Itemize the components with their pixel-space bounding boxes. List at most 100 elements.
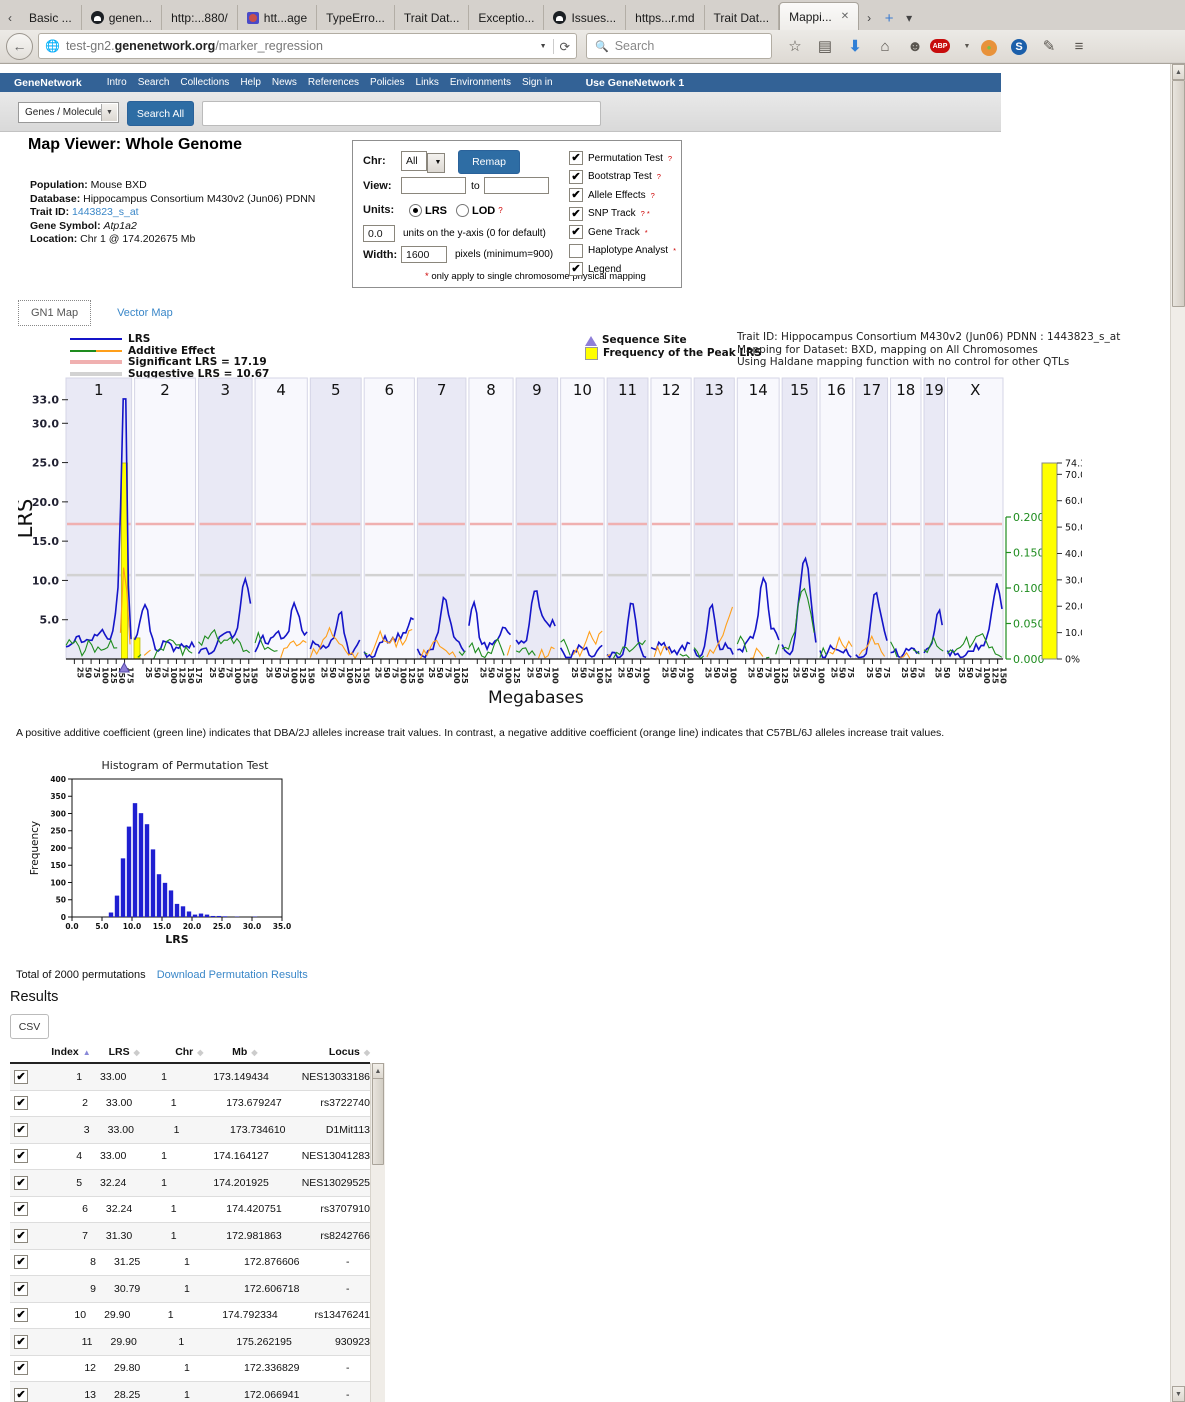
- col-lrs[interactable]: LRS◆: [91, 1046, 158, 1058]
- tab-list-icon[interactable]: ▾: [899, 6, 919, 30]
- row-checkbox[interactable]: ✔: [14, 1361, 28, 1375]
- checkbox[interactable]: ✔: [569, 188, 583, 202]
- tab-scroll-left-icon[interactable]: ‹: [0, 6, 20, 30]
- row-checkbox[interactable]: ✔: [14, 1255, 28, 1269]
- url-bar[interactable]: 🌐 test-gn2.genenetwork.org/marker_regres…: [38, 33, 577, 59]
- tab-overflow-icon[interactable]: ›: [859, 6, 879, 30]
- adblock-caret-icon[interactable]: ▼: [960, 43, 974, 50]
- home-icon[interactable]: ⌂: [870, 38, 900, 55]
- close-icon[interactable]: ✕: [841, 11, 849, 22]
- star-icon[interactable]: ☆: [780, 37, 810, 55]
- chevron-down-icon[interactable]: ▼: [427, 153, 445, 173]
- tab-gn1-map[interactable]: GN1 Map: [18, 300, 91, 326]
- info-value[interactable]: 1443823_s_at: [72, 206, 139, 218]
- option-allele-effects[interactable]: ✔Allele Effects?: [569, 186, 676, 205]
- addon-orange-icon[interactable]: ●: [974, 37, 1004, 56]
- checkbox[interactable]: ✔: [569, 207, 583, 221]
- scroll-down-icon[interactable]: ▼: [1172, 1386, 1185, 1402]
- col-locus[interactable]: Locus◆: [307, 1046, 370, 1058]
- option-gene-track[interactable]: ✔Gene Track*: [569, 223, 676, 242]
- checkbox[interactable]: ✔: [569, 170, 583, 184]
- nav-item-search[interactable]: Search: [138, 77, 170, 88]
- row-checkbox[interactable]: ✔: [14, 1123, 28, 1137]
- reader-icon[interactable]: ▤: [810, 37, 840, 55]
- row-checkbox[interactable]: ✔: [14, 1335, 28, 1349]
- width-input[interactable]: 1600: [401, 246, 447, 263]
- row-checkbox[interactable]: ✔: [14, 1070, 28, 1084]
- option-snp-track[interactable]: ✔SNP Track? *: [569, 205, 676, 224]
- new-tab-button[interactable]: +: [879, 6, 899, 30]
- scroll-up-icon[interactable]: ▲: [1172, 64, 1185, 80]
- tab-vector-map[interactable]: Vector Map: [117, 307, 173, 319]
- back-button[interactable]: ←: [6, 33, 33, 60]
- reload-icon[interactable]: ⟳: [553, 39, 570, 54]
- nav-item-sign-in[interactable]: Sign in: [522, 77, 553, 88]
- url-dropdown-icon[interactable]: ▼: [540, 43, 547, 50]
- browser-search[interactable]: 🔍 Search: [586, 33, 772, 59]
- browser-tab-9[interactable]: https...r.md: [626, 5, 704, 30]
- view-to-input[interactable]: [484, 177, 549, 194]
- chr-select[interactable]: All▼: [401, 151, 445, 173]
- browser-tab-2[interactable]: genen...: [82, 5, 162, 30]
- adblock-icon[interactable]: ABP: [930, 39, 960, 53]
- col-index[interactable]: Index▲: [50, 1046, 91, 1058]
- nav-use-gn1[interactable]: Use GeneNetwork 1: [586, 77, 685, 89]
- row-checkbox[interactable]: ✔: [14, 1202, 28, 1216]
- download-icon[interactable]: ⬇: [840, 37, 870, 55]
- view-from-input[interactable]: [401, 177, 466, 194]
- units-lod-radio[interactable]: LOD?: [456, 204, 503, 217]
- checkbox[interactable]: ✔: [569, 262, 583, 276]
- browser-tab-10[interactable]: Trait Dat...: [705, 5, 780, 30]
- row-checkbox[interactable]: ✔: [14, 1096, 28, 1110]
- browser-tab-4[interactable]: htt...age: [238, 5, 317, 30]
- checkbox[interactable]: ✔: [569, 225, 583, 239]
- option-permutation-test[interactable]: ✔Permutation Test?: [569, 149, 676, 168]
- stylish-icon[interactable]: S: [1004, 37, 1034, 55]
- yaxis-units-input[interactable]: 0.0: [363, 225, 395, 242]
- row-checkbox[interactable]: ✔: [14, 1282, 28, 1296]
- table-scrollbar[interactable]: ▲: [370, 1063, 385, 1402]
- search-category-select[interactable]: Genes / Molecules ▼: [18, 102, 119, 123]
- csv-button[interactable]: CSV: [10, 1014, 49, 1039]
- nav-item-news[interactable]: News: [272, 77, 297, 88]
- option-bootstrap-test[interactable]: ✔Bootstrap Test?: [569, 168, 676, 187]
- option-haplotype-analyst[interactable]: Haplotype Analyst*: [569, 242, 676, 261]
- browser-tab-3[interactable]: http:...880/: [162, 5, 238, 30]
- browser-tab-5[interactable]: TypeErro...: [317, 5, 395, 30]
- units-lrs-radio[interactable]: LRS: [409, 204, 447, 217]
- row-checkbox[interactable]: ✔: [14, 1149, 28, 1163]
- nav-item-collections[interactable]: Collections: [180, 77, 229, 88]
- browser-tab-7[interactable]: Exceptio...: [469, 5, 544, 30]
- row-checkbox[interactable]: ✔: [14, 1176, 28, 1190]
- brand[interactable]: GeneNetwork: [14, 77, 82, 89]
- chat-icon[interactable]: ☻: [900, 38, 930, 55]
- edit-icon[interactable]: ✎: [1034, 37, 1064, 55]
- page-scroll-thumb[interactable]: [1172, 80, 1185, 307]
- download-permutation-link[interactable]: Download Permutation Results: [157, 969, 308, 981]
- checkbox[interactable]: [569, 244, 583, 258]
- menu-icon[interactable]: ≡: [1064, 38, 1094, 55]
- nav-item-intro[interactable]: Intro: [107, 77, 127, 88]
- nav-item-policies[interactable]: Policies: [370, 77, 404, 88]
- scroll-up-icon[interactable]: ▲: [372, 1063, 384, 1079]
- row-checkbox[interactable]: ✔: [14, 1229, 28, 1243]
- browser-tab-6[interactable]: Trait Dat...: [395, 5, 470, 30]
- search-all-button[interactable]: Search All: [127, 101, 194, 126]
- site-search-input[interactable]: [202, 101, 601, 126]
- nav-item-environments[interactable]: Environments: [450, 77, 511, 88]
- row-checkbox[interactable]: ✔: [14, 1308, 28, 1322]
- nav-item-links[interactable]: Links: [416, 77, 439, 88]
- browser-tab-11[interactable]: Mappi...✕: [779, 2, 859, 30]
- col-mb[interactable]: Mb◆: [218, 1046, 307, 1058]
- browser-tab-1[interactable]: Basic ...: [20, 5, 82, 30]
- row-checkbox[interactable]: ✔: [14, 1388, 28, 1402]
- checkbox[interactable]: ✔: [569, 151, 583, 165]
- page-scrollbar[interactable]: ▲ ▼: [1170, 64, 1185, 1402]
- remap-button[interactable]: Remap: [458, 150, 520, 174]
- chevron-down-icon[interactable]: ▼: [101, 104, 117, 121]
- nav-item-references[interactable]: References: [308, 77, 359, 88]
- browser-tab-8[interactable]: Issues...: [544, 5, 626, 30]
- option-legend[interactable]: ✔Legend: [569, 260, 676, 279]
- table-scroll-thumb[interactable]: [372, 1078, 384, 1165]
- col-chr[interactable]: Chr◆: [157, 1046, 218, 1058]
